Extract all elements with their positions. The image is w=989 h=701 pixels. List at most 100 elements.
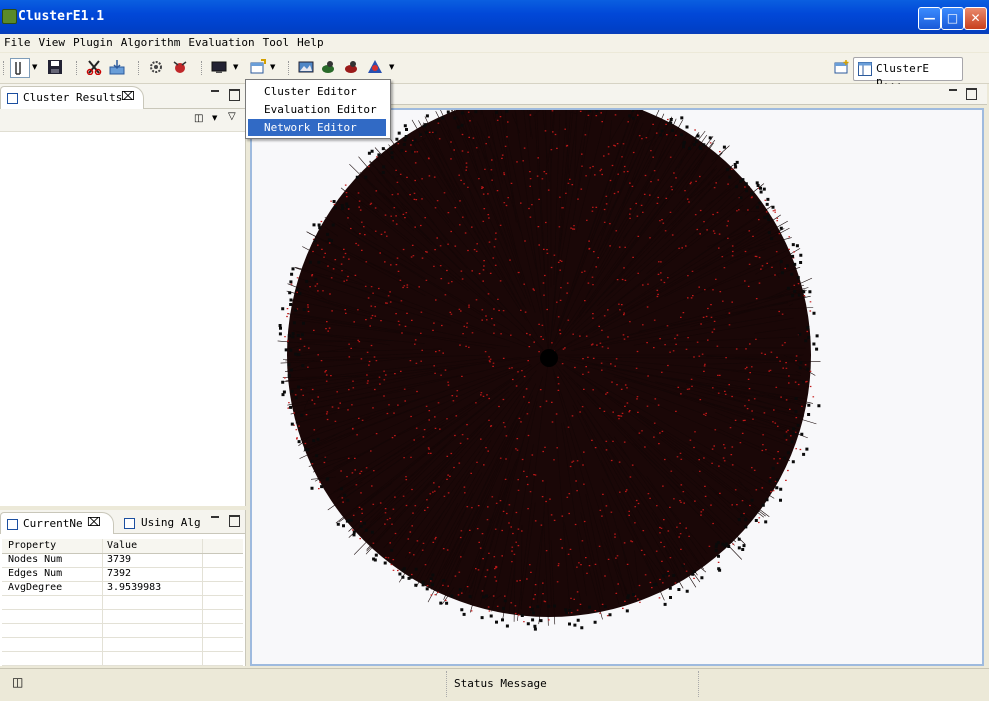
tab-cluster-results[interactable]: Cluster Results ⌧ [0, 86, 144, 109]
menu-item-network-editor[interactable]: Network Editor [248, 119, 386, 136]
status-divider [698, 671, 700, 697]
collapse-icon[interactable]: ◫ [194, 113, 203, 124]
tab-close-icon[interactable]: ⌧ [121, 89, 135, 103]
plugin-icon[interactable] [367, 59, 383, 75]
menu-file[interactable]: File [0, 34, 35, 52]
column-divider [102, 652, 103, 665]
table-row [2, 652, 243, 666]
column-divider [202, 539, 203, 553]
table-row [2, 638, 243, 652]
column-divider [102, 539, 103, 553]
property-cell: Edges Num [8, 568, 63, 579]
value-cell: 3739 [107, 554, 132, 565]
view-menu-icon[interactable]: ▽ [228, 111, 236, 122]
status-bar: ◫ Status Message [0, 668, 989, 701]
editor-dropdown-menu: Cluster Editor Evaluation Editor Network… [245, 79, 391, 139]
toolbar-separator [76, 61, 79, 75]
monitor-dropdown-icon[interactable]: ▼ [233, 63, 238, 71]
tab-close-icon[interactable]: ⌧ [87, 515, 101, 529]
plugin-dropdown-icon[interactable]: ▼ [389, 63, 394, 71]
cut-icon[interactable] [86, 59, 102, 76]
property-cell: AvgDegree [8, 582, 63, 593]
toolbar-separator [138, 61, 141, 75]
menu-view[interactable]: View [35, 34, 70, 52]
property-cell: Nodes Num [8, 554, 63, 565]
column-divider [202, 638, 203, 651]
tab-label: Cluster Results [23, 91, 123, 104]
open-editor-icon[interactable] [250, 59, 266, 75]
menu-help[interactable]: Help [293, 34, 328, 52]
view-toolbar: ◫ ▼ ▽ [0, 109, 245, 132]
save-icon[interactable] [47, 59, 63, 75]
editor-area [247, 82, 987, 666]
new-icon[interactable] [10, 58, 30, 78]
column-divider [102, 596, 103, 609]
minimize-editor-icon[interactable] [949, 89, 957, 93]
fast-view-icon[interactable]: ◫ [12, 675, 23, 689]
bug-icon[interactable] [172, 59, 188, 75]
maximize-view-icon[interactable] [229, 89, 240, 101]
column-divider [102, 610, 103, 623]
image-icon[interactable] [298, 59, 314, 75]
column-divider [102, 638, 103, 651]
tab-current-network[interactable]: CurrentNe ⌧ [0, 512, 114, 534]
column-divider [102, 582, 103, 595]
toolbar: ▼ ▼ ▼ ▼ [0, 53, 989, 84]
run-icon[interactable] [320, 59, 336, 75]
maximize-button[interactable]: □ [941, 7, 964, 30]
table-row[interactable]: AvgDegree 3.9539983 [2, 582, 243, 596]
open-editor-dropdown-icon[interactable]: ▼ [270, 63, 275, 71]
settings-icon[interactable] [148, 59, 164, 75]
column-header-value[interactable]: Value [107, 540, 137, 551]
minimize-view-icon[interactable] [211, 516, 219, 520]
minimize-view-icon[interactable] [211, 90, 219, 94]
column-divider [202, 582, 203, 595]
perspective-icon [858, 62, 872, 76]
open-perspective-icon[interactable] [834, 59, 850, 75]
menu-evaluation[interactable]: Evaluation [184, 34, 258, 52]
menu-tool[interactable]: Tool [259, 34, 294, 52]
toolbar-separator [3, 61, 6, 75]
cluster-results-view: Cluster Results ⌧ ◫ ▼ ▽ [0, 84, 246, 506]
status-message: Status Message [454, 677, 547, 690]
column-header-property[interactable]: Property [8, 540, 56, 551]
evaluate-icon[interactable] [343, 59, 359, 75]
column-divider [102, 568, 103, 581]
column-divider [202, 554, 203, 567]
new-dropdown-icon[interactable]: ▼ [32, 63, 37, 71]
monitor-icon[interactable] [211, 59, 227, 75]
network-canvas[interactable] [250, 82, 984, 666]
table-row [2, 624, 243, 638]
maximize-editor-icon[interactable] [966, 88, 977, 100]
column-divider [202, 610, 203, 623]
table-header: Property Value [2, 539, 243, 554]
column-divider [102, 554, 103, 567]
import-icon[interactable] [109, 59, 125, 75]
properties-table: Property Value Nodes Num 3739 Edges Num … [2, 539, 243, 666]
menu-item-cluster-editor[interactable]: Cluster Editor [248, 83, 386, 100]
view-icon [7, 519, 18, 530]
tab-using-alg[interactable]: Using Alg [120, 512, 204, 533]
perspective-switcher[interactable]: ClusterE p... [853, 57, 963, 88]
table-row [2, 596, 243, 610]
table-row[interactable]: Edges Num 7392 [2, 568, 243, 582]
table-row[interactable]: Nodes Num 3739 [2, 554, 243, 568]
status-divider [446, 671, 448, 697]
menu-plugin[interactable]: Plugin [69, 34, 117, 52]
tab-label: CurrentNe [23, 517, 83, 530]
network-graph[interactable] [252, 82, 982, 664]
menu-item-evaluation-editor[interactable]: Evaluation Editor [248, 101, 386, 118]
toolbar-separator [201, 61, 204, 75]
collapse-dropdown-icon[interactable]: ▼ [212, 114, 217, 122]
minimize-button[interactable]: — [918, 7, 941, 30]
maximize-view-icon[interactable] [229, 515, 240, 527]
column-divider [102, 624, 103, 637]
menu-algorithm[interactable]: Algorithm [117, 34, 185, 52]
view-icon [124, 518, 135, 529]
window-title: ClusterE1.1 [18, 9, 105, 24]
view-icon [7, 93, 18, 104]
table-row [2, 610, 243, 624]
app-icon [2, 9, 17, 24]
close-button[interactable]: ✕ [964, 7, 987, 30]
value-cell: 7392 [107, 568, 132, 579]
